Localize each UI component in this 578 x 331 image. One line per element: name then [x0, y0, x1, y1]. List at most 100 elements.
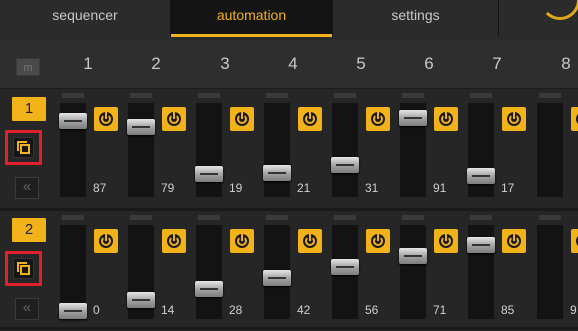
slider-cap — [198, 93, 220, 98]
automation-slider-track1-step5[interactable] — [331, 103, 359, 197]
slider-thumb[interactable] — [467, 237, 495, 253]
track-divider — [0, 327, 578, 330]
power-icon[interactable] — [502, 229, 526, 253]
step-value: 21 — [297, 181, 311, 195]
slider-cap — [539, 93, 561, 98]
power-icon[interactable] — [230, 229, 254, 253]
power-icon[interactable] — [298, 229, 322, 253]
tab-sequencer[interactable]: sequencer — [0, 0, 170, 37]
column-number-5: 5 — [356, 54, 366, 73]
slider-thumb[interactable] — [263, 270, 291, 286]
slider-cap — [402, 215, 424, 220]
automation-slider-track2-step6[interactable] — [399, 225, 427, 319]
automation-slider-track2-step8[interactable] — [537, 225, 563, 319]
slider-thumb[interactable] — [263, 165, 291, 181]
column-number-4: 4 — [288, 54, 298, 73]
mute-button[interactable]: m — [16, 58, 40, 76]
power-icon[interactable] — [366, 229, 390, 253]
knob-icon[interactable] — [540, 0, 578, 20]
column-number-8: 8 — [561, 54, 571, 73]
power-icon[interactable] — [434, 107, 458, 131]
slider-thumb[interactable] — [331, 259, 359, 275]
column-number-2: 2 — [151, 54, 161, 73]
track-2-number[interactable]: 2 — [12, 218, 46, 242]
step-value: 56 — [365, 303, 379, 317]
column-number-6: 6 — [424, 54, 434, 73]
slider-cap — [198, 215, 220, 220]
track-1-copy-highlight — [5, 130, 42, 165]
automation-slider-track1-step3[interactable] — [195, 103, 223, 197]
slider-thumb[interactable] — [195, 281, 223, 297]
slider-cap — [334, 215, 356, 220]
slider-thumb[interactable] — [467, 168, 495, 184]
power-icon[interactable] — [230, 107, 254, 131]
step-value: 0 — [93, 303, 100, 317]
automation-slider-track1-step8[interactable] — [537, 103, 563, 197]
automation-slider-track2-step4[interactable] — [263, 225, 291, 319]
power-icon[interactable] — [162, 107, 186, 131]
automation-slider-track2-step7[interactable] — [467, 225, 495, 319]
automation-slider-track1-step2[interactable] — [127, 103, 155, 197]
power-icon[interactable] — [434, 229, 458, 253]
power-icon[interactable] — [94, 229, 118, 253]
copy-icon[interactable] — [13, 137, 34, 158]
automation-slider-track1-step4[interactable] — [263, 103, 291, 197]
power-icon[interactable] — [571, 107, 578, 131]
power-icon[interactable] — [502, 107, 526, 131]
automation-slider-track2-step5[interactable] — [331, 225, 359, 319]
slider-thumb[interactable] — [127, 292, 155, 308]
slider-thumb[interactable] — [399, 248, 427, 264]
column-number-3: 3 — [220, 54, 230, 73]
slider-cap — [266, 215, 288, 220]
step-value: 28 — [229, 303, 243, 317]
slider-cap — [266, 93, 288, 98]
slider-thumb[interactable] — [59, 303, 87, 319]
power-icon[interactable] — [162, 229, 186, 253]
step-value: 17 — [501, 181, 515, 195]
tab-bar: sequencer automation settings — [0, 0, 578, 39]
automation-slider-track1-step1[interactable] — [59, 103, 87, 197]
step-value: 87 — [93, 181, 107, 195]
power-icon[interactable] — [94, 107, 118, 131]
step-value: 71 — [433, 303, 447, 317]
automation-slider-track2-step2[interactable] — [127, 225, 155, 319]
step-value: 19 — [229, 181, 243, 195]
slider-cap — [130, 215, 152, 220]
slider-thumb[interactable] — [399, 110, 427, 126]
slider-thumb[interactable] — [331, 157, 359, 173]
slider-cap — [539, 215, 561, 220]
automation-slider-track1-step7[interactable] — [467, 103, 495, 197]
tab-divider — [498, 0, 499, 37]
step-value: 9 — [570, 303, 577, 317]
automation-slider-track2-step3[interactable] — [195, 225, 223, 319]
slider-cap — [402, 93, 424, 98]
step-value: 14 — [161, 303, 175, 317]
slider-thumb[interactable] — [127, 119, 155, 135]
track-1-number[interactable]: 1 — [12, 97, 46, 121]
slider-cap — [470, 215, 492, 220]
step-value: 91 — [433, 181, 447, 195]
rewind-button[interactable]: « — [15, 298, 39, 320]
slider-cap — [130, 93, 152, 98]
slider-thumb[interactable] — [195, 166, 223, 182]
power-icon[interactable] — [571, 229, 578, 253]
tab-automation[interactable]: automation — [171, 0, 332, 37]
column-number-7: 7 — [492, 54, 502, 73]
step-value: 31 — [365, 181, 379, 195]
automation-slider-track2-step1[interactable] — [59, 225, 87, 319]
slider-thumb[interactable] — [59, 113, 87, 129]
tab-settings[interactable]: settings — [333, 0, 498, 37]
rewind-button[interactable]: « — [15, 177, 39, 199]
column-number-1: 1 — [83, 54, 93, 73]
automation-slider-track1-step6[interactable] — [399, 103, 427, 197]
slider-cap — [470, 93, 492, 98]
track-2-copy-highlight — [5, 251, 42, 286]
power-icon[interactable] — [366, 107, 390, 131]
step-value: 85 — [501, 303, 515, 317]
step-value: 42 — [297, 303, 311, 317]
power-icon[interactable] — [298, 107, 322, 131]
copy-icon[interactable] — [13, 258, 34, 279]
step-value: 79 — [161, 181, 175, 195]
slider-cap — [62, 215, 84, 220]
slider-cap — [334, 93, 356, 98]
